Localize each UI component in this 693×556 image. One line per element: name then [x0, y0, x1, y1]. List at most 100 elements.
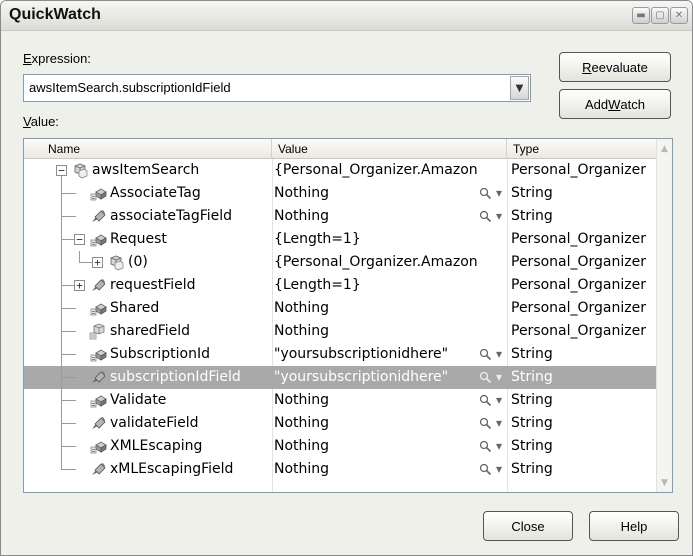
value-text: Nothing	[274, 185, 330, 201]
name-label: subscriptionIdField	[110, 369, 241, 385]
table-row[interactable]: Shared Nothing Personal_Organizer	[24, 297, 658, 320]
tree-line	[61, 176, 62, 469]
table-row[interactable]: AssociateTag Nothing ▾ String	[24, 182, 658, 205]
type-cell: Personal_Organizer	[511, 300, 646, 316]
value-cell[interactable]: {Personal_Organizer.Amazon	[272, 251, 506, 274]
type-cell: String	[511, 208, 553, 224]
value-cell[interactable]: {Length=1}	[272, 274, 506, 297]
chevron-down-icon[interactable]: ▼	[510, 76, 529, 100]
magnify-icon[interactable]: ▾	[466, 458, 502, 481]
table-row[interactable]: xMLEscapingField Nothing ▾ String	[24, 458, 658, 481]
type-cell: Personal_Organizer	[511, 277, 646, 293]
table-row[interactable]: subscriptionIdField "yoursubscriptionidhe…	[24, 366, 658, 389]
help-button[interactable]: Help	[589, 511, 679, 541]
value-cell[interactable]: Nothing	[272, 297, 506, 320]
table-row[interactable]: sharedField Nothing Personal_Organizer	[24, 320, 658, 343]
value-cell[interactable]: "yoursubscriptionidhere" ▾	[272, 343, 506, 366]
name-label: requestField	[110, 277, 196, 293]
table-row[interactable]: associateTagField Nothing ▾ String	[24, 205, 658, 228]
column-header-type[interactable]: Type	[507, 139, 658, 159]
value-cell[interactable]: {Personal_Organizer.Amazon	[272, 159, 506, 182]
value-text: "yoursubscriptionidhere"	[274, 369, 449, 385]
magnify-icon[interactable]: ▾	[466, 182, 502, 205]
name-label: Request	[110, 231, 167, 247]
maximize-icon[interactable]: ▢	[651, 7, 669, 24]
expression-input[interactable]: awsItemSearch.subscriptionIdField	[29, 80, 231, 95]
collapse-icon[interactable]: −	[56, 165, 67, 176]
collapse-icon[interactable]: −	[74, 234, 85, 245]
value-cell[interactable]: Nothing ▾	[272, 389, 506, 412]
magnify-icon[interactable]: ▾	[466, 412, 502, 435]
minimize-icon[interactable]: ▬	[632, 7, 650, 24]
name-label: associateTagField	[110, 208, 233, 224]
object-icon	[71, 162, 89, 179]
field-icon	[89, 415, 107, 432]
type-cell: Personal_Organizer	[511, 162, 646, 178]
magnify-icon[interactable]: ▾	[466, 389, 502, 412]
field-icon	[89, 208, 107, 225]
value-text: Nothing	[274, 323, 330, 339]
column-header-value[interactable]: Value	[272, 139, 507, 159]
value-text: Nothing	[274, 415, 330, 431]
value-text: Nothing	[274, 208, 330, 224]
scroll-up-icon[interactable]: ▲	[657, 140, 672, 157]
grid-rows: − awsItemSearch {Personal_Organizer.Amazon…	[24, 159, 658, 481]
property-icon	[89, 185, 107, 202]
table-row[interactable]: validateField Nothing ▾ String	[24, 412, 658, 435]
magnify-icon[interactable]: ▾	[466, 435, 502, 458]
value-cell[interactable]: Nothing ▾	[272, 412, 506, 435]
value-text: Nothing	[274, 461, 330, 477]
field-icon	[89, 461, 107, 478]
value-cell[interactable]: Nothing ▾	[272, 435, 506, 458]
grid-header: Name Value Type	[24, 139, 658, 159]
value-cell[interactable]: Nothing	[272, 320, 506, 343]
expand-icon[interactable]: +	[92, 257, 103, 268]
vertical-scrollbar[interactable]: ▲ ▼	[656, 139, 672, 492]
table-row[interactable]: Validate Nothing ▾ String	[24, 389, 658, 412]
name-label: AssociateTag	[110, 185, 201, 201]
name-label: XMLEscaping	[110, 438, 203, 454]
type-cell: String	[511, 438, 553, 454]
value-text: Nothing	[274, 438, 330, 454]
magnify-icon[interactable]: ▾	[466, 366, 502, 389]
table-row[interactable]: − Request {Length=1} Personal_Organizer	[24, 228, 658, 251]
value-cell[interactable]: "yoursubscriptionidhere" ▾	[272, 366, 506, 389]
title-bar[interactable]: QuickWatch ▬ ▢ ✕	[1, 1, 692, 31]
scroll-down-icon[interactable]: ▼	[657, 474, 672, 491]
table-row[interactable]: − awsItemSearch {Personal_Organizer.Amazon…	[24, 159, 658, 182]
type-cell: String	[511, 346, 553, 362]
close-icon[interactable]: ✕	[670, 7, 688, 24]
watch-grid[interactable]: Name Value Type − awsItemSearch {Personal_…	[23, 138, 673, 493]
type-cell: Personal_Organizer	[511, 254, 646, 270]
name-label: Shared	[110, 300, 160, 316]
value-text: Nothing	[274, 300, 330, 316]
value-text: {Length=1}	[274, 231, 361, 247]
window-controls: ▬ ▢ ✕	[632, 7, 688, 24]
value-label: Value:	[23, 114, 59, 129]
type-cell: String	[511, 185, 553, 201]
column-header-name[interactable]: Name	[24, 139, 272, 159]
type-cell: String	[511, 415, 553, 431]
value-cell[interactable]: Nothing ▾	[272, 205, 506, 228]
value-cell[interactable]: Nothing ▾	[272, 458, 506, 481]
value-cell[interactable]: {Length=1}	[272, 228, 506, 251]
object-icon	[107, 254, 125, 271]
table-row[interactable]: + requestField {Length=1} Personal_Organize…	[24, 274, 658, 297]
add-watch-button[interactable]: Add Watch	[559, 89, 671, 119]
name-label: validateField	[110, 415, 199, 431]
magnify-icon[interactable]: ▾	[466, 205, 502, 228]
value-cell[interactable]: Nothing ▾	[272, 182, 506, 205]
name-label: (0)	[128, 254, 148, 270]
table-row[interactable]: XMLEscaping Nothing ▾ String	[24, 435, 658, 458]
field-icon	[89, 369, 107, 386]
table-row[interactable]: + (0) {Personal_Organizer.Amazon Personal_O…	[24, 251, 658, 274]
expand-icon[interactable]: +	[74, 280, 85, 291]
close-button[interactable]: Close	[483, 511, 573, 541]
type-cell: Personal_Organizer	[511, 323, 646, 339]
reevaluate-button[interactable]: Reevaluate	[559, 52, 671, 82]
magnify-icon[interactable]: ▾	[466, 343, 502, 366]
expression-combobox[interactable]: awsItemSearch.subscriptionIdField ▼	[23, 74, 531, 102]
name-label: sharedField	[110, 323, 191, 339]
value-text: {Length=1}	[274, 277, 361, 293]
table-row[interactable]: SubscriptionId "yoursubscriptionidhere" ▾…	[24, 343, 658, 366]
